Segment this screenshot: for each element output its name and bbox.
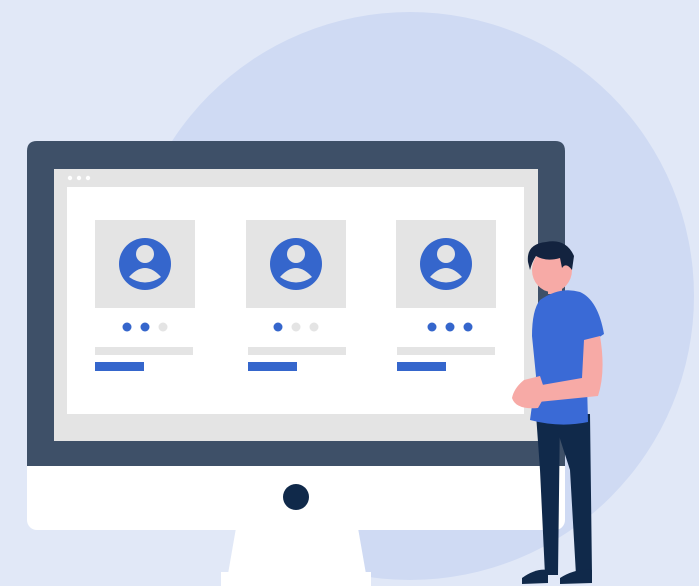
name-placeholder-bar (248, 347, 346, 355)
name-placeholder-bar (397, 347, 495, 355)
window-dot[interactable] (76, 175, 82, 181)
rating-dots (427, 322, 473, 332)
name-placeholder-bar (95, 347, 193, 355)
profile-card[interactable] (246, 220, 346, 371)
window-dot[interactable] (67, 175, 73, 181)
power-button[interactable] (283, 484, 309, 510)
window-dot[interactable] (85, 175, 91, 181)
rating-dots (122, 322, 168, 332)
profile-card[interactable] (95, 220, 195, 371)
rating-dots (273, 322, 319, 332)
monitor-stand (221, 528, 371, 586)
action-button[interactable] (248, 362, 297, 371)
user-avatar-icon (270, 238, 322, 290)
user-avatar-icon (420, 238, 472, 290)
action-button[interactable] (95, 362, 144, 371)
illustration (27, 12, 694, 586)
action-button[interactable] (397, 362, 446, 371)
profile-card[interactable] (396, 220, 496, 371)
user-avatar-icon (119, 238, 171, 290)
window-dots (67, 175, 91, 181)
